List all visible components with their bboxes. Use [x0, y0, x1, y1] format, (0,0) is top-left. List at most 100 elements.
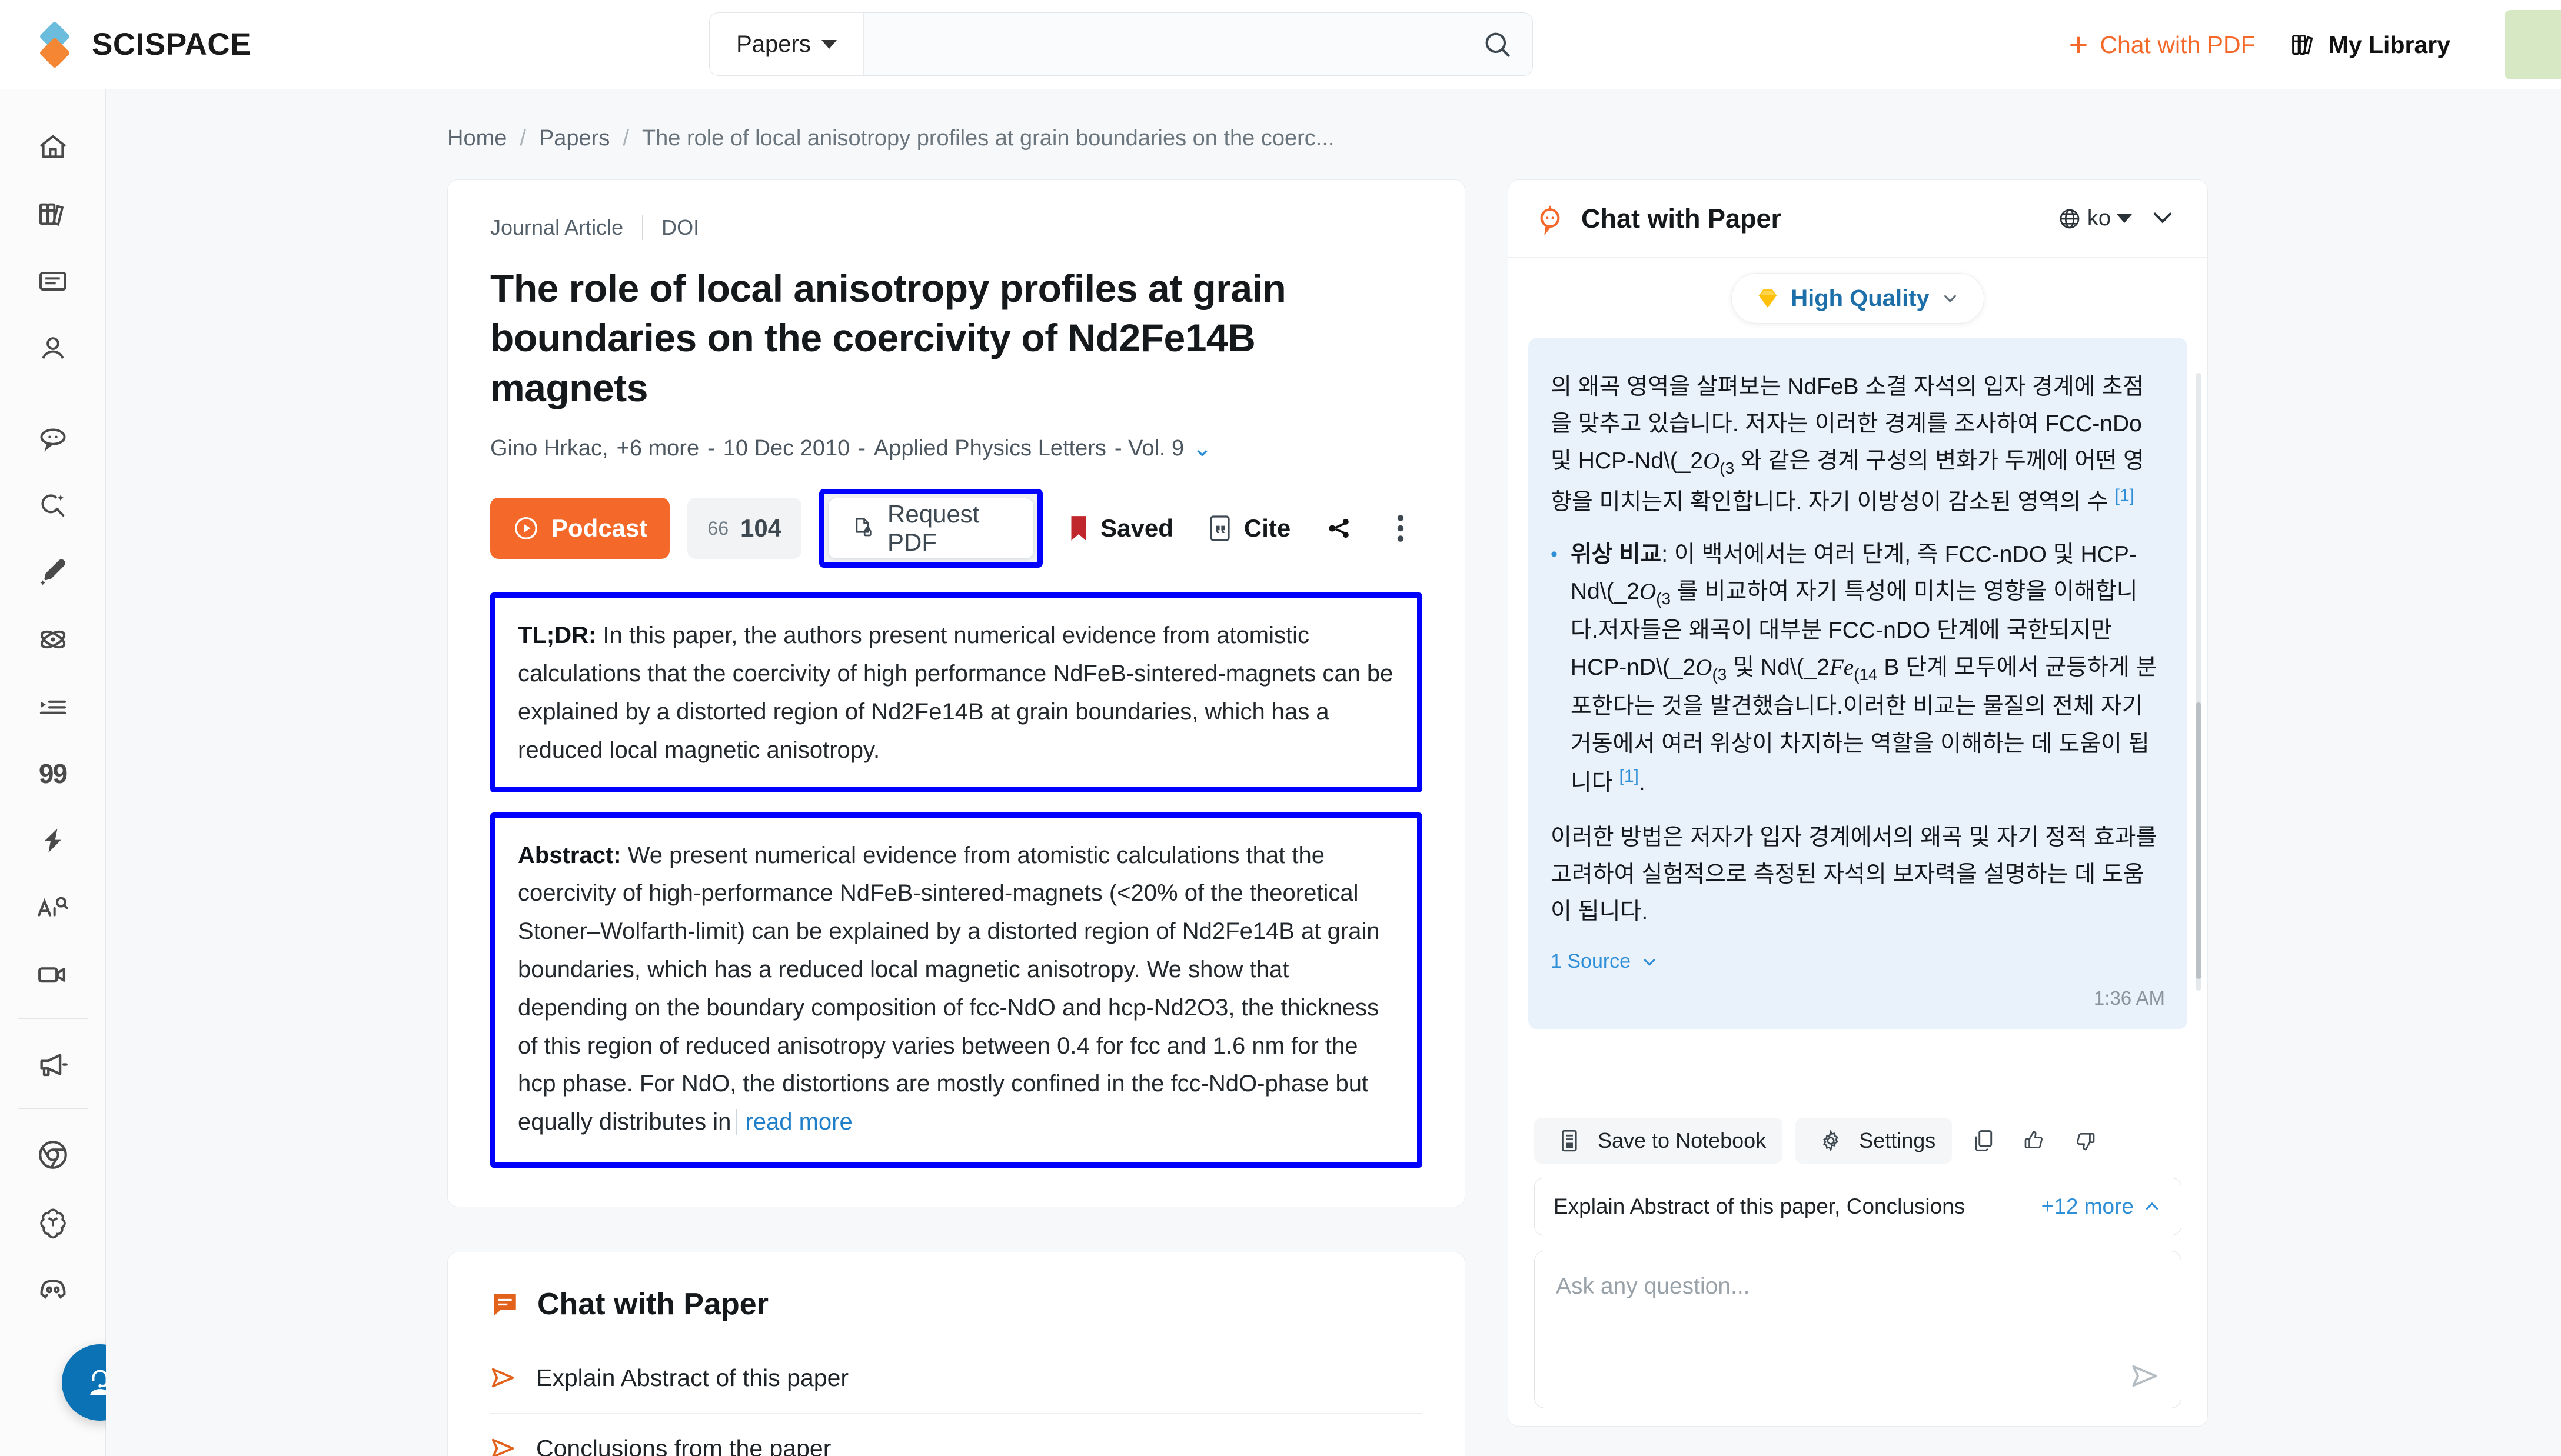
brand-logo[interactable]: SCISPACE: [38, 20, 252, 69]
cite-button[interactable]: Cite: [1199, 514, 1299, 542]
send-icon: [2132, 1365, 2157, 1387]
chat-with-pdf-label: Chat with PDF: [2100, 31, 2256, 58]
paper-journal: Applied Physics Letters: [873, 435, 1106, 461]
citation-marker-2[interactable]: [1]: [1619, 767, 1639, 786]
breadcrumb-home[interactable]: Home: [447, 126, 507, 151]
send-arrow-icon: [491, 1368, 514, 1388]
suggestion-chips-text: Explain Abstract of this paper, Conclusi…: [1554, 1194, 1965, 1218]
paper-doi-link[interactable]: DOI: [661, 215, 699, 240]
left-sidebar: 99: [0, 89, 138, 1456]
sidebar-item-chrome-extension[interactable]: [20, 1122, 86, 1188]
breadcrumb-current: The role of local anisotropy profiles at…: [641, 126, 1335, 151]
paper-detail-card: Journal Article DOI The role of local an…: [447, 179, 1465, 1207]
sidebar-item-ai-detector[interactable]: [20, 875, 86, 941]
suggestion-more-toggle[interactable]: +12 more: [2041, 1194, 2162, 1219]
quality-selector[interactable]: High Quality: [1731, 273, 1984, 324]
thumbs-up-button[interactable]: [2015, 1120, 2053, 1161]
abstract-highlight-box: Abstract: We present numerical evidence …: [490, 812, 1422, 1168]
sidebar-item-ai-writer[interactable]: [20, 539, 86, 605]
sidebar-item-discord[interactable]: [20, 1256, 86, 1322]
chat-input-placeholder[interactable]: Ask any question...: [1556, 1274, 2160, 1300]
search-scope-label: Papers: [736, 31, 811, 57]
sidebar-item-announcements[interactable]: [20, 1032, 86, 1098]
gear-icon: [1812, 1120, 1850, 1161]
settings-label: Settings: [1859, 1128, 1936, 1152]
sidebar-item-notebook[interactable]: [20, 248, 86, 314]
my-library-button[interactable]: My Library: [2290, 31, 2450, 59]
settings-button[interactable]: Settings: [1795, 1118, 1953, 1164]
chat-scrollbar-thumb[interactable]: [2196, 702, 2201, 979]
save-to-notebook-button[interactable]: Save to Notebook: [1534, 1118, 1783, 1164]
chat-with-pdf-button[interactable]: + Chat with PDF: [2069, 28, 2256, 61]
page-body: Home / Papers / The role of local anisot…: [106, 89, 2561, 1456]
openai-icon: [39, 1208, 66, 1239]
paper-date: 10 Dec 2010: [723, 435, 850, 461]
sidebar-item-science-tools[interactable]: [20, 607, 86, 672]
breadcrumb-papers[interactable]: Papers: [539, 126, 610, 151]
lightning-icon: [44, 828, 61, 853]
citation-marker[interactable]: [1]: [2115, 486, 2134, 505]
collapse-panel-button[interactable]: [2147, 202, 2178, 235]
copy-button[interactable]: [1965, 1120, 2003, 1161]
citation-count-large: 104: [740, 514, 782, 542]
inline-sub-2: (3: [1656, 589, 1671, 608]
inline-sub-4: (14: [1854, 665, 1878, 684]
save-to-notebook-label: Save to Notebook: [1598, 1128, 1767, 1152]
read-more-link[interactable]: read more: [736, 1109, 853, 1135]
chevron-down-icon[interactable]: ⌄: [1192, 435, 1212, 462]
citation-tail: .: [1638, 769, 1645, 795]
saved-button[interactable]: Saved: [1060, 514, 1182, 543]
send-button[interactable]: [2130, 1362, 2161, 1392]
more-options-button[interactable]: [1378, 503, 1422, 554]
brand-name: SCISPACE: [92, 27, 252, 62]
chat-with-paper-card: Chat with Paper Explain Abstract of this…: [447, 1251, 1465, 1456]
sidebar-item-chat[interactable]: [20, 405, 86, 471]
chevron-up-icon: [2146, 1202, 2158, 1210]
language-selector[interactable]: ko: [2058, 206, 2132, 231]
chat-panel-title: Chat with Paper: [1581, 203, 1782, 234]
sidebar-item-literature-review[interactable]: [20, 472, 86, 538]
avatar[interactable]: [2505, 10, 2561, 79]
search-input[interactable]: [864, 13, 1462, 75]
paper-more-authors[interactable]: +6 more: [617, 436, 699, 461]
chat-with-paper-title: Chat with Paper: [537, 1287, 769, 1321]
sidebar-item-citation-generator[interactable]: 99: [20, 741, 86, 807]
page-title: The role of local anisotropy profiles at…: [490, 266, 1286, 409]
sidebar-item-home[interactable]: [20, 114, 86, 180]
sidebar-item-gpt-plugin[interactable]: [20, 1189, 86, 1255]
request-pdf-button[interactable]: Request PDF: [828, 498, 1035, 559]
discord-icon: [40, 1280, 65, 1299]
thumbs-down-button[interactable]: [2066, 1120, 2104, 1161]
sources-toggle[interactable]: 1 Source: [1551, 950, 2165, 973]
abstract-label: Abstract:: [518, 842, 621, 868]
suggestion-chips-bar[interactable]: Explain Abstract of this paper, Conclusi…: [1534, 1178, 2181, 1235]
podcast-button[interactable]: Podcast: [490, 498, 670, 559]
search-scope-selector[interactable]: Papers: [710, 13, 864, 75]
paper-meta: Gino Hrkac, +6 more - 10 Dec 2010 - Appl…: [490, 435, 1212, 462]
header-right-actions: + Chat with PDF My Library: [2069, 0, 2561, 89]
sidebar-item-library[interactable]: [20, 181, 86, 247]
list-item[interactable]: Conclusions from the paper: [490, 1414, 1422, 1456]
share-button[interactable]: [1316, 503, 1361, 554]
sidebar-item-profile[interactable]: [20, 315, 86, 381]
clipped-line: …: [1551, 354, 1574, 368]
paper-tags: Journal Article DOI: [490, 215, 1422, 240]
play-icon: [515, 517, 537, 540]
sidebar-item-video-tool[interactable]: [20, 942, 86, 1008]
sidebar-item-extract-data[interactable]: [20, 674, 86, 739]
chat-composer[interactable]: Ask any question...: [1534, 1251, 2181, 1408]
search-button[interactable]: [1462, 13, 1532, 75]
global-search-bar[interactable]: Papers: [709, 12, 1533, 76]
chat-messages-scroll[interactable]: … 의 왜곡 영역을 살펴보는 NdFeB 소결 자석의 입자 경계에 초점을 …: [1508, 332, 2207, 1102]
saved-label: Saved: [1100, 514, 1173, 542]
message-tools: Save to Notebook Settings: [1508, 1102, 2207, 1170]
notebook-icon: [1551, 1120, 1588, 1161]
sidebar-divider-2: [17, 1018, 88, 1019]
user-icon: [41, 337, 64, 359]
list-item[interactable]: Explain Abstract of this paper: [490, 1343, 1422, 1414]
main-column: Journal Article DOI The role of local an…: [447, 179, 1465, 1456]
citation-counts[interactable]: 66 104: [687, 498, 802, 559]
paper-author[interactable]: Gino Hrkac,: [490, 436, 608, 461]
pencil-sparkle-icon: [39, 559, 65, 585]
sidebar-item-paraphraser[interactable]: [20, 808, 86, 874]
